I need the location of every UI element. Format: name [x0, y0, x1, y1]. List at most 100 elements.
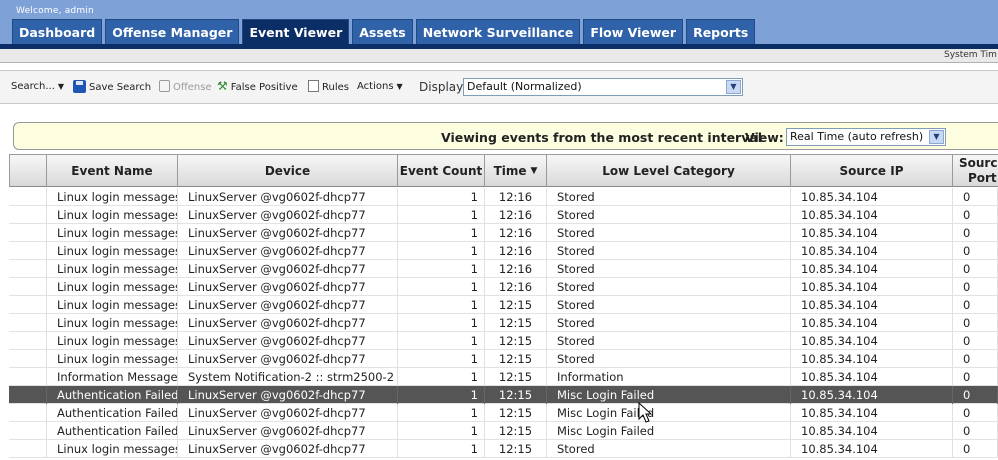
cell-event-count: 1 [398, 422, 485, 440]
tab-assets[interactable]: Assets [352, 19, 413, 44]
row-select-cell[interactable] [9, 224, 47, 242]
cell-event-count: 1 [398, 242, 485, 260]
row-select-cell[interactable] [9, 296, 47, 314]
tab-network-surveillance[interactable]: Network Surveillance [415, 19, 581, 44]
row-select-cell[interactable] [9, 368, 47, 386]
table-row[interactable]: Linux login messages LinuxServer @vg0602f… [9, 440, 998, 458]
tab-dashboard[interactable]: Dashboard [12, 19, 103, 44]
cell-source-port: 0 [953, 206, 998, 224]
cell-device: LinuxServer @vg0602f-dhcp77 [178, 224, 398, 242]
table-row[interactable]: Linux login messages LinuxServer @vg0602f… [9, 224, 998, 242]
row-select-cell[interactable] [9, 404, 47, 422]
cell-event-name: Linux login messages [47, 314, 178, 332]
tab-flow-viewer[interactable]: Flow Viewer [583, 19, 684, 44]
mouse-pointer-icon [638, 402, 652, 423]
table-row[interactable]: Linux login messages LinuxServer @vg0602f… [9, 206, 998, 224]
save-disk-icon [73, 79, 86, 93]
false-positive-button[interactable]: ⚒ False Positive [217, 78, 298, 94]
display-label: Display [419, 80, 464, 94]
table-row[interactable]: Authentication Failed LinuxServer @vg0602… [9, 422, 998, 440]
table-row[interactable]: Information Message System Notification-2… [9, 368, 998, 386]
tab-event-viewer[interactable]: Event Viewer [242, 19, 350, 44]
cell-event-name: Linux login messages [47, 188, 178, 206]
actions-menu-button[interactable]: Actions ▼ [357, 81, 403, 92]
column-header-source-ip[interactable]: Source IP [791, 154, 953, 187]
column-header-low-level-category[interactable]: Low Level Category [547, 154, 791, 187]
column-header-source-port[interactable]: Source Port [953, 154, 998, 187]
event-toolbar: Search... ▼ Save Search Offense ⚒ False … [0, 70, 998, 104]
cell-event-name: Linux login messages [47, 332, 178, 350]
cell-time: 12:15 [485, 440, 547, 458]
row-select-cell[interactable] [9, 386, 47, 404]
cell-time: 12:15 [485, 332, 547, 350]
table-row[interactable]: Linux login messages LinuxServer @vg0602f… [9, 188, 998, 206]
sort-descending-icon: ▼ [530, 165, 538, 176]
cell-source-ip: 10.85.34.104 [791, 260, 953, 278]
rules-button[interactable]: Rules [308, 79, 349, 93]
display-select-value: Default (Normalized) [467, 80, 582, 93]
cell-device: LinuxServer @vg0602f-dhcp77 [178, 188, 398, 206]
row-select-cell[interactable] [9, 188, 47, 206]
row-select-cell[interactable] [9, 314, 47, 332]
cell-device: LinuxServer @vg0602f-dhcp77 [178, 242, 398, 260]
cell-time: 12:16 [485, 260, 547, 278]
view-select[interactable]: Real Time (auto refresh) ▼ [786, 128, 946, 146]
cell-time: 12:16 [485, 278, 547, 296]
cell-device: LinuxServer @vg0602f-dhcp77 [178, 332, 398, 350]
cell-source-ip: 10.85.34.104 [791, 332, 953, 350]
interval-banner: Viewing events from the most recent inte… [13, 122, 998, 150]
table-row[interactable]: Authentication Failed LinuxServer @vg0602… [9, 404, 998, 422]
row-select-cell[interactable] [9, 278, 47, 296]
row-select-cell[interactable] [9, 332, 47, 350]
cell-low-level-category: Stored [547, 332, 791, 350]
tab-reports[interactable]: Reports [686, 19, 756, 44]
cell-event-count: 1 [398, 260, 485, 278]
cell-event-name: Information Message [47, 368, 178, 386]
chevron-down-icon[interactable]: ▼ [726, 80, 741, 94]
table-row[interactable]: Linux login messages LinuxServer @vg0602f… [9, 242, 998, 260]
cell-low-level-category: Information [547, 368, 791, 386]
cell-low-level-category: Stored [547, 188, 791, 206]
cell-source-port: 0 [953, 350, 998, 368]
tab-offense-manager[interactable]: Offense Manager [105, 19, 240, 44]
chevron-down-icon[interactable]: ▼ [929, 130, 944, 144]
cell-source-ip: 10.85.34.104 [791, 368, 953, 386]
row-select-cell[interactable] [9, 350, 47, 368]
table-row[interactable]: Linux login messages LinuxServer @vg0602f… [9, 260, 998, 278]
table-row[interactable]: Linux login messages LinuxServer @vg0602f… [9, 314, 998, 332]
row-select-cell[interactable] [9, 440, 47, 458]
table-row[interactable]: Linux login messages LinuxServer @vg0602f… [9, 350, 998, 368]
column-header-time-label: Time [493, 163, 527, 178]
row-select-cell[interactable] [9, 260, 47, 278]
table-row[interactable]: Linux login messages LinuxServer @vg0602f… [9, 332, 998, 350]
banner-message: Viewing events from the most recent inte… [441, 130, 763, 145]
cell-source-ip: 10.85.34.104 [791, 188, 953, 206]
column-header-select[interactable] [9, 154, 47, 187]
cell-event-count: 1 [398, 368, 485, 386]
column-header-event-count[interactable]: Event Count [398, 154, 485, 187]
search-menu-button[interactable]: Search... ▼ [11, 81, 64, 92]
column-header-device[interactable]: Device [178, 154, 398, 187]
row-select-cell[interactable] [9, 206, 47, 224]
cell-source-port: 0 [953, 368, 998, 386]
table-row[interactable]: Linux login messages LinuxServer @vg0602f… [9, 278, 998, 296]
cell-device: LinuxServer @vg0602f-dhcp77 [178, 278, 398, 296]
offense-button[interactable]: Offense [159, 79, 212, 93]
display-select[interactable]: Default (Normalized) ▼ [463, 78, 743, 96]
column-header-event-name[interactable]: Event Name [47, 154, 178, 187]
cell-device: LinuxServer @vg0602f-dhcp77 [178, 404, 398, 422]
table-row[interactable]: Authentication Failed LinuxServer @vg0602… [9, 386, 998, 404]
row-select-cell[interactable] [9, 422, 47, 440]
cell-event-count: 1 [398, 404, 485, 422]
false-positive-label: False Positive [230, 82, 298, 93]
table-row[interactable]: Linux login messages LinuxServer @vg0602f… [9, 296, 998, 314]
save-search-button[interactable]: Save Search [73, 79, 151, 93]
row-select-cell[interactable] [9, 242, 47, 260]
cell-source-port: 0 [953, 260, 998, 278]
cell-device: LinuxServer @vg0602f-dhcp77 [178, 206, 398, 224]
cell-low-level-category: Stored [547, 350, 791, 368]
cell-source-ip: 10.85.34.104 [791, 350, 953, 368]
cell-source-ip: 10.85.34.104 [791, 422, 953, 440]
cell-device: System Notification-2 :: strm2500-2 [178, 368, 398, 386]
column-header-time[interactable]: Time ▼ [485, 154, 547, 187]
